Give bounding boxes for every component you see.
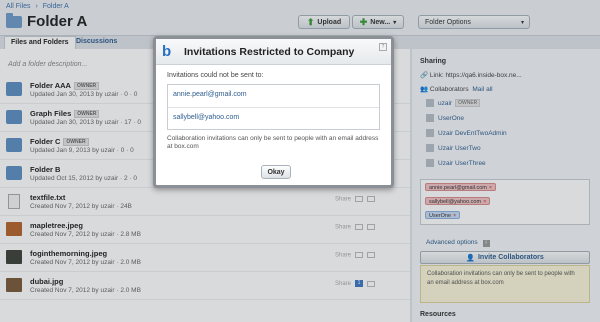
divider — [168, 107, 379, 108]
failed-email: sallybell@yahoo.com — [173, 114, 240, 121]
app-window: All Files › Folder A Folder A ⬆ Upload ✚… — [0, 0, 600, 322]
invitations-restricted-dialog: b Invitations Restricted to Company ? In… — [153, 36, 394, 188]
dialog-header: b Invitations Restricted to Company ? — [156, 39, 391, 65]
failed-email-list: annie.pearl@gmail.com sallybell@yahoo.co… — [167, 84, 380, 130]
dialog-title: Invitations Restricted to Company — [184, 45, 355, 58]
not-sent-label: Invitations could not be sent to: — [167, 72, 264, 79]
failed-email: annie.pearl@gmail.com — [173, 91, 247, 98]
help-icon[interactable]: ? — [379, 43, 387, 51]
box-logo-icon: b — [162, 42, 172, 60]
restriction-note: Collaboration invitations can only be se… — [167, 135, 379, 150]
okay-button[interactable]: Okay — [261, 165, 291, 179]
